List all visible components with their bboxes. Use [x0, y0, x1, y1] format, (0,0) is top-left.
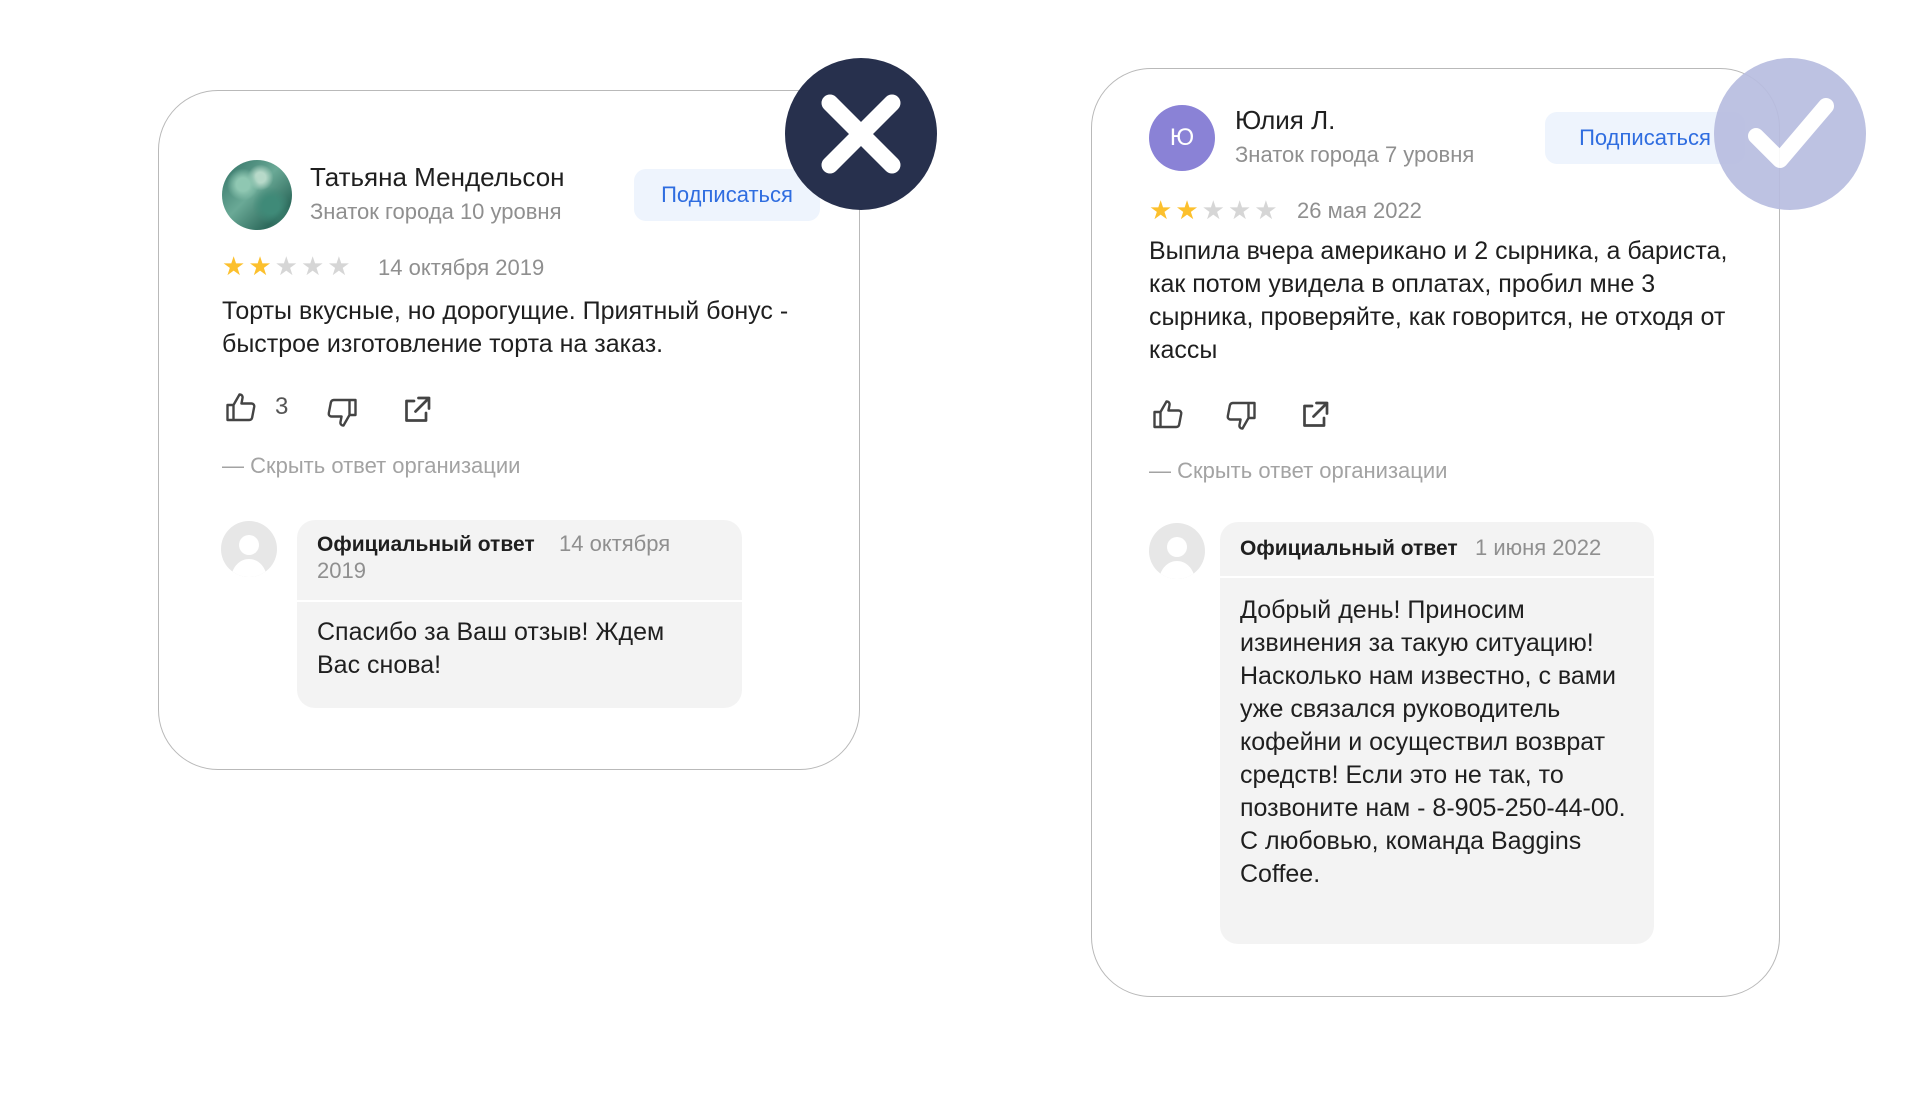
- star-empty-icon: ★: [1201, 195, 1225, 225]
- official-reply: Официальный ответ 14 октября 2019 Спасиб…: [297, 520, 742, 708]
- subscribe-button[interactable]: Подписаться: [634, 169, 820, 221]
- reply-text: Спасибо за Ваш отзыв! Ждем Вас снова!: [317, 618, 665, 679]
- star-empty-icon: ★: [1254, 195, 1278, 225]
- reply-date-year: 2019: [317, 558, 366, 583]
- star-empty-icon: ★: [1227, 195, 1252, 225]
- star-filled-icon: ★: [248, 251, 272, 281]
- review-date: 26 мая 2022: [1297, 198, 1422, 223]
- org-avatar: [221, 521, 277, 577]
- official-reply: Официальный ответ 1 июня 2022 Добрый ден…: [1220, 522, 1654, 944]
- rating-stars: ★ ★ ★ ★ ★: [1149, 197, 1278, 223]
- avatar[interactable]: Ю: [1149, 105, 1215, 171]
- author-name[interactable]: Юлия Л.: [1235, 105, 1335, 136]
- org-avatar: [1149, 523, 1205, 579]
- dislike-icon[interactable]: [324, 394, 360, 430]
- like-icon[interactable]: [223, 390, 259, 426]
- reply-title: Официальный ответ: [317, 533, 535, 556]
- checkmark-icon: [1714, 58, 1866, 210]
- person-silhouette-icon: [231, 535, 267, 577]
- star-empty-icon: ★: [300, 251, 325, 281]
- review-card-good: Ю Юлия Л. Знаток города 7 уровня Подписа…: [1091, 68, 1780, 997]
- hide-reply-link[interactable]: — Скрыть ответ организации: [1149, 458, 1447, 484]
- share-icon[interactable]: [399, 392, 435, 428]
- reply-date: 1 июня 2022: [1475, 535, 1602, 560]
- reply-header: Официальный ответ 14 октября 2019: [297, 520, 742, 602]
- dislike-icon[interactable]: [1223, 397, 1259, 433]
- author-level: Знаток города 10 уровня: [310, 199, 562, 224]
- star-empty-icon: ★: [274, 251, 298, 281]
- avatar[interactable]: [222, 160, 292, 230]
- hide-reply-link[interactable]: — Скрыть ответ организации: [222, 453, 520, 479]
- cross-icon: [785, 58, 937, 210]
- review-text: Торты вкусные, но дорогущие. Приятный бо…: [222, 297, 789, 358]
- star-empty-icon: ★: [327, 251, 351, 281]
- review-date: 14 октября 2019: [378, 255, 545, 280]
- like-count: 3: [275, 393, 289, 420]
- author-name[interactable]: Татьяна Мендельсон: [310, 162, 565, 193]
- star-filled-icon: ★: [222, 251, 246, 281]
- reply-header: Официальный ответ 1 июня 2022: [1220, 522, 1654, 578]
- review-card-bad: Татьяна Мендельсон Знаток города 10 уров…: [158, 90, 860, 770]
- share-icon[interactable]: [1297, 397, 1333, 433]
- star-filled-icon: ★: [1149, 195, 1173, 225]
- rating-stars: ★ ★ ★ ★ ★: [222, 253, 351, 279]
- like-icon[interactable]: [1150, 397, 1186, 433]
- reply-text: Добрый день! Приносим извинения за такую…: [1240, 596, 1626, 888]
- review-text: Выпила вчера американо и 2 сырника, а ба…: [1149, 237, 1728, 364]
- person-silhouette-icon: [1159, 537, 1195, 579]
- reply-date: 14 октября: [559, 531, 671, 556]
- author-level: Знаток города 7 уровня: [1235, 142, 1475, 167]
- reply-title: Официальный ответ: [1240, 537, 1458, 560]
- star-filled-icon: ★: [1175, 195, 1199, 225]
